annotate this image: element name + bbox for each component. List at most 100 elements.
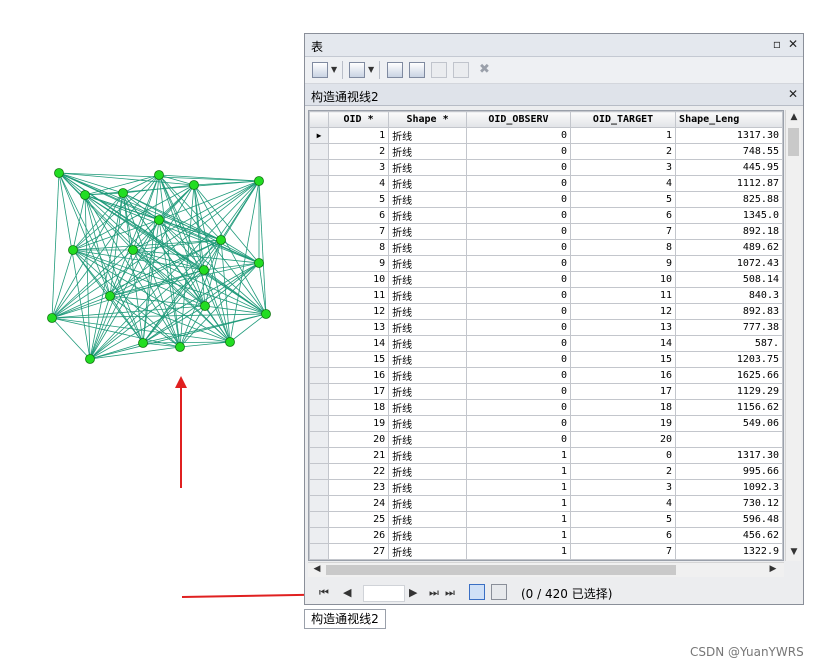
row-selector-header[interactable]: [309, 111, 329, 128]
table-cell[interactable]: 折线: [388, 495, 467, 512]
table-cell[interactable]: 748.55: [675, 143, 783, 160]
table-cell[interactable]: 0: [465, 431, 572, 448]
table-row[interactable]: 22 折线 1 2 995.66: [309, 463, 783, 480]
scroll-right-icon[interactable]: ▶: [766, 564, 780, 574]
table-cell[interactable]: 1: [465, 463, 572, 480]
show-all-records-icon[interactable]: [469, 584, 485, 600]
table-cell[interactable]: 1: [465, 495, 572, 512]
table-cell[interactable]: 13: [327, 319, 390, 336]
table-cell[interactable]: 折线: [388, 239, 467, 256]
table-cell[interactable]: 0: [465, 143, 572, 160]
scroll-left-icon[interactable]: ◀: [310, 564, 324, 574]
row-selector[interactable]: [309, 335, 329, 352]
table-cell[interactable]: 3: [327, 159, 390, 176]
table-cell[interactable]: 508.14: [675, 271, 783, 288]
next-record-icon[interactable]: ▶: [409, 586, 417, 599]
chevron-down-icon[interactable]: ▼: [331, 65, 337, 74]
table-cell[interactable]: 折线: [388, 399, 467, 416]
table-cell[interactable]: 折线: [388, 527, 467, 544]
row-selector[interactable]: [309, 239, 329, 256]
table-row[interactable]: 24 折线 1 4 730.12: [309, 495, 783, 512]
table-cell[interactable]: 折线: [388, 559, 467, 560]
table-cell[interactable]: 19: [327, 415, 390, 432]
horizontal-scrollbar[interactable]: ◀ ▶: [308, 562, 784, 577]
table-row[interactable]: 18 折线 0 18 1156.62: [309, 399, 783, 416]
table-row[interactable]: 14 折线 0 14 587.: [309, 335, 783, 352]
table-cell[interactable]: 1: [327, 127, 390, 144]
table-cell[interactable]: 28: [327, 559, 390, 560]
table-cell[interactable]: 549.06: [675, 415, 783, 432]
table-cell[interactable]: 8: [570, 559, 677, 560]
table-cell[interactable]: 11: [570, 287, 677, 304]
table-row[interactable]: 13 折线 0 13 777.38: [309, 319, 783, 336]
column-header[interactable]: OID_OBSERV: [465, 111, 572, 128]
table-row[interactable]: 25 折线 1 5 596.48: [309, 511, 783, 528]
table-cell[interactable]: 折线: [388, 175, 467, 192]
table-cell[interactable]: 0: [465, 351, 572, 368]
column-header[interactable]: OID_TARGET: [570, 111, 677, 128]
table-cell[interactable]: 折线: [388, 255, 467, 272]
table-cell[interactable]: 2: [570, 143, 677, 160]
table-cell[interactable]: 5: [570, 191, 677, 208]
table-cell[interactable]: 折线: [388, 383, 467, 400]
first-record-icon[interactable]: ⏮: [319, 586, 329, 600]
table-cell[interactable]: 892.18: [675, 223, 783, 240]
table-cell[interactable]: 14: [327, 335, 390, 352]
row-selector[interactable]: [309, 223, 329, 240]
table-row[interactable]: 4 折线 0 4 1112.87: [309, 175, 783, 192]
row-selector[interactable]: [309, 287, 329, 304]
select-by-attributes-icon[interactable]: [387, 62, 403, 78]
table-cell[interactable]: 12: [327, 303, 390, 320]
row-selector[interactable]: [309, 415, 329, 432]
table-cell[interactable]: 0: [465, 127, 572, 144]
table-cell[interactable]: 0: [465, 287, 572, 304]
table-cell[interactable]: 25: [327, 511, 390, 528]
row-selector[interactable]: [309, 271, 329, 288]
table-cell[interactable]: 8: [570, 239, 677, 256]
table-row[interactable]: 16 折线 0 16 1625.66: [309, 367, 783, 384]
table-cell[interactable]: 24: [327, 495, 390, 512]
table-cell[interactable]: 21: [327, 447, 390, 464]
table-row[interactable]: ▶ 1 折线 0 1 1317.30: [309, 127, 783, 144]
row-selector[interactable]: [309, 319, 329, 336]
table-cell[interactable]: 0: [465, 239, 572, 256]
table-cell[interactable]: 995.66: [675, 463, 783, 480]
record-number-input[interactable]: [363, 585, 405, 602]
table-row[interactable]: 5 折线 0 5 825.88: [309, 191, 783, 208]
table-cell[interactable]: 1: [465, 511, 572, 528]
table-cell[interactable]: 折线: [388, 351, 467, 368]
table-cell[interactable]: 0: [465, 271, 572, 288]
last-record-icon[interactable]: ⏭: [429, 586, 439, 600]
table-cell[interactable]: 9: [327, 255, 390, 272]
table-cell[interactable]: 892.83: [675, 303, 783, 320]
table-cell[interactable]: 0: [465, 367, 572, 384]
current-row-indicator-icon[interactable]: ▶: [309, 127, 329, 144]
table-cell[interactable]: 0: [465, 175, 572, 192]
table-cell[interactable]: 4: [570, 175, 677, 192]
table-cell[interactable]: 折线: [388, 303, 467, 320]
table-cell[interactable]: 2: [570, 463, 677, 480]
table-row[interactable]: 10 折线 0 10 508.14: [309, 271, 783, 288]
table-cell[interactable]: 1092.3: [675, 479, 783, 496]
table-cell[interactable]: 17: [570, 383, 677, 400]
zoom-to-selected-icon[interactable]: [453, 62, 469, 78]
table-row[interactable]: 6 折线 0 6 1345.0: [309, 207, 783, 224]
close-table-icon[interactable]: ✕: [786, 87, 800, 101]
table-row[interactable]: 7 折线 0 7 892.18: [309, 223, 783, 240]
row-selector[interactable]: [309, 143, 329, 160]
table-cell[interactable]: 0: [465, 191, 572, 208]
delete-selected-icon[interactable]: ✖: [479, 62, 490, 77]
table-cell[interactable]: 27: [327, 543, 390, 560]
row-selector[interactable]: [309, 463, 329, 480]
table-cell[interactable]: 7: [570, 543, 677, 560]
clear-selection-icon[interactable]: [431, 62, 447, 78]
table-cell[interactable]: 6: [570, 207, 677, 224]
row-selector[interactable]: [309, 495, 329, 512]
table-cell[interactable]: 9: [570, 255, 677, 272]
table-row[interactable]: 28折线181228.29: [309, 559, 783, 560]
table-cell[interactable]: 折线: [388, 335, 467, 352]
column-header[interactable]: Shape_Leng: [675, 111, 783, 128]
table-cell[interactable]: 26: [327, 527, 390, 544]
row-selector[interactable]: [309, 191, 329, 208]
table-row[interactable]: 19 折线 0 19 549.06: [309, 415, 783, 432]
